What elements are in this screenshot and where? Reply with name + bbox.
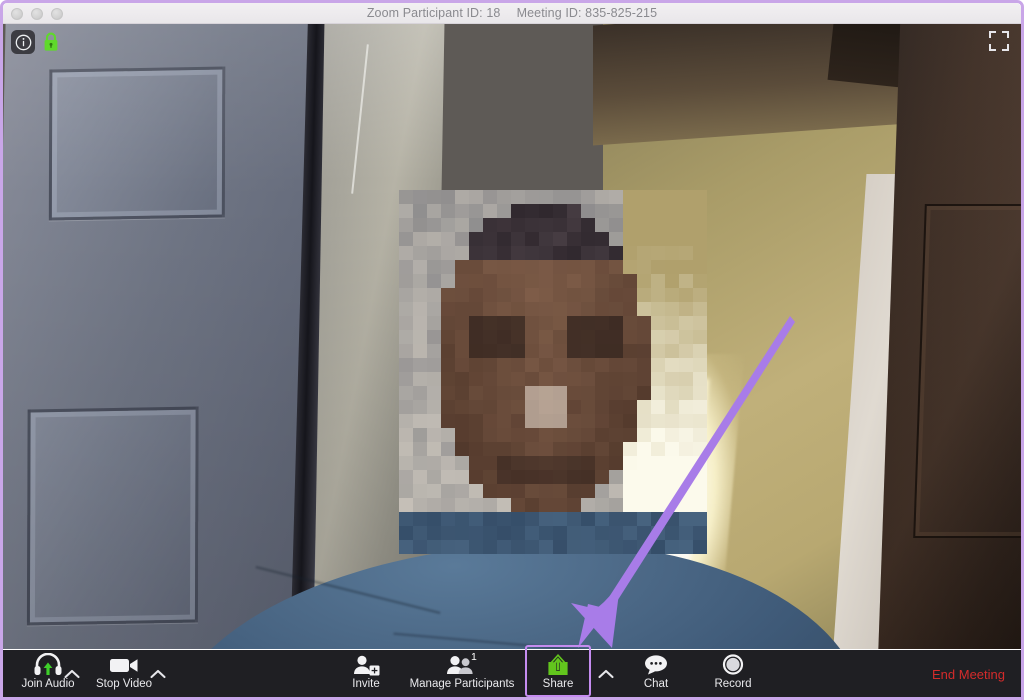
titlebar-title: Zoom Participant ID: 18 Meeting ID: 835-… — [367, 6, 657, 20]
toolbar-label-record: Record — [714, 678, 752, 690]
toolbar-button-invite[interactable]: Invite — [330, 653, 402, 697]
participants-count-badge: 1 — [471, 651, 477, 663]
toolbar-button-chat[interactable]: Chat — [625, 653, 687, 697]
toolbar-button-record[interactable]: Record — [695, 653, 771, 697]
meeting-id-label: Meeting ID: 835-825-215 — [516, 6, 658, 20]
zoom-meeting-window: Join Audio Stop Video Invite 1 Manage Pa… — [0, 0, 1024, 700]
join-audio-chevron-up-icon[interactable] — [61, 666, 83, 682]
toolbar-label-stop-video: Stop Video — [95, 678, 153, 690]
green-padlock-icon — [44, 32, 58, 51]
toolbar-label-invite: Invite — [352, 678, 380, 690]
close-window-button[interactable] — [11, 7, 23, 20]
headset-icon — [33, 653, 63, 677]
end-meeting-button[interactable]: End Meeting — [932, 667, 1005, 682]
video-stage — [3, 24, 1021, 649]
minimize-window-button[interactable] — [31, 7, 43, 20]
window-titlebar: Zoom Participant ID: 18 Meeting ID: 835-… — [3, 3, 1021, 24]
speech-bubble-icon — [642, 653, 670, 677]
zoom-window-button[interactable] — [51, 7, 63, 20]
meeting-toolbar: Join Audio Stop Video Invite 1 Manage Pa… — [3, 645, 1021, 697]
enter-fullscreen-icon[interactable] — [988, 30, 1010, 52]
toolbar-label-manage-participants: Manage Participants — [409, 678, 515, 690]
info-circle-icon[interactable] — [11, 30, 35, 54]
scene-door-panel-top — [48, 66, 226, 221]
toolbar-button-manage-participants[interactable]: 1 Manage Participants — [401, 651, 523, 697]
stop-video-chevron-up-icon[interactable] — [147, 666, 169, 682]
share-button-highlight-box — [525, 645, 591, 697]
add-person-icon — [352, 653, 380, 677]
scene-door-panel-bottom — [26, 406, 199, 626]
meeting-info-overlay — [11, 30, 59, 54]
pixelated-face-overlay — [399, 190, 707, 554]
window-traffic-lights — [11, 3, 63, 24]
record-circle-icon — [721, 653, 745, 677]
toolbar-label-chat: Chat — [643, 678, 669, 690]
people-icon: 1 — [445, 651, 479, 677]
participant-id-label: Zoom Participant ID: 18 — [366, 6, 501, 20]
scene-right-door-panel — [913, 204, 1021, 538]
video-camera-icon — [109, 653, 139, 677]
share-chevron-up-icon[interactable] — [595, 666, 617, 682]
